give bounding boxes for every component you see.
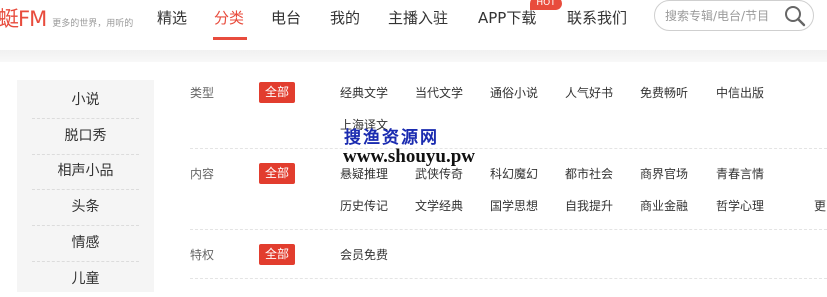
- nav-category[interactable]: 分类: [214, 7, 244, 29]
- search-box: [654, 0, 814, 31]
- tag-more-truncated[interactable]: 更: [814, 197, 826, 215]
- hot-badge: HOT: [530, 0, 562, 10]
- sidebar-item-emotion[interactable]: 情感: [17, 225, 154, 261]
- header-divider: [0, 50, 827, 62]
- filter-type-all-button[interactable]: 全部: [259, 82, 295, 103]
- tag-business-finance[interactable]: 商业金融: [640, 197, 688, 215]
- tag-philosophy-psychology[interactable]: 哲学心理: [716, 197, 764, 215]
- filter-type-label: 类型: [190, 86, 215, 100]
- sidebar-item-crosstalk[interactable]: 相声小品: [17, 153, 154, 189]
- tag-classic-literature[interactable]: 经典文学: [340, 84, 388, 102]
- tag-history-biography[interactable]: 历史传记: [340, 197, 388, 215]
- top-header: 蜓FM 更多的世界，用听的 精选 分类 电台 我的 主播入驻 APP下载 HOT…: [0, 0, 827, 50]
- tag-member-free[interactable]: 会员免费: [340, 246, 388, 264]
- nav-featured[interactable]: 精选: [157, 7, 187, 29]
- sidebar-item-headlines[interactable]: 头条: [17, 189, 154, 225]
- tag-free-listening[interactable]: 免费畅听: [640, 84, 688, 102]
- tag-contemporary-literature[interactable]: 当代文学: [415, 84, 463, 102]
- active-nav-indicator: [213, 37, 247, 40]
- watermark-url: www.shouyu.pw: [343, 146, 475, 167]
- nav-mine[interactable]: 我的: [330, 7, 360, 29]
- tag-scifi-fantasy[interactable]: 科幻魔幻: [490, 165, 538, 183]
- site-logo[interactable]: 蜓FM 更多的世界，用听的: [0, 4, 133, 34]
- filter-row-divider: [190, 229, 827, 230]
- nav-contact[interactable]: 联系我们: [567, 7, 627, 29]
- tag-popular-books[interactable]: 人气好书: [565, 84, 613, 102]
- tag-popular-fiction[interactable]: 通俗小说: [490, 84, 538, 102]
- filter-privilege-label: 特权: [190, 248, 215, 262]
- tag-sinology[interactable]: 国学思想: [490, 197, 538, 215]
- filter-privilege-all-button[interactable]: 全部: [259, 244, 295, 265]
- filter-content-label: 内容: [190, 167, 215, 181]
- filter-row-divider: [190, 278, 827, 279]
- sidebar-item-talkshow[interactable]: 脱口秀: [17, 118, 154, 154]
- tag-self-improvement[interactable]: 自我提升: [565, 197, 613, 215]
- tag-business-officialdom[interactable]: 商界官场: [640, 165, 688, 183]
- tag-literary-classics[interactable]: 文学经典: [415, 197, 463, 215]
- filter-content-all-button[interactable]: 全部: [259, 163, 295, 184]
- search-icon[interactable]: [783, 4, 807, 28]
- search-input[interactable]: [665, 7, 781, 25]
- filter-row-divider: [190, 148, 827, 149]
- logo-text: 蜓FM: [0, 7, 47, 31]
- logo-slogan: 更多的世界，用听的: [52, 19, 134, 29]
- nav-app-download[interactable]: APP下载: [478, 7, 536, 29]
- category-sidebar: 小说 脱口秀 相声小品 头条 情感 儿童: [17, 80, 154, 292]
- sidebar-item-novel[interactable]: 小说: [17, 82, 154, 118]
- tag-youth-romance[interactable]: 青春言情: [716, 165, 764, 183]
- watermark-site-name: 搜渔资源网: [344, 128, 439, 148]
- tag-citic-press[interactable]: 中信出版: [716, 84, 764, 102]
- tag-urban-society[interactable]: 都市社会: [565, 165, 613, 183]
- nav-radio[interactable]: 电台: [271, 7, 301, 29]
- nav-anchor-join[interactable]: 主播入驻: [388, 7, 448, 29]
